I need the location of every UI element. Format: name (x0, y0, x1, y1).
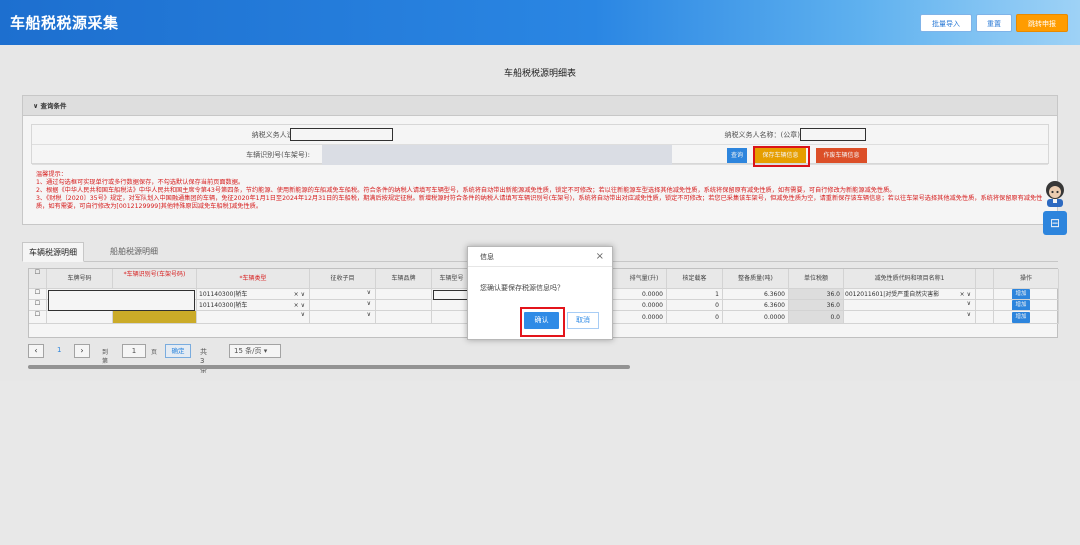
app-title: 车船税税源采集 (10, 14, 119, 32)
close-icon[interactable]: × (596, 251, 604, 262)
dialog-title: 信息 (468, 247, 612, 267)
page: 车船税税源采集 批量导入 重置 跳转申报 车船税税源明细表 ∨ 查询条件 纳税义… (0, 0, 1080, 545)
jump-declare-button[interactable]: 跳转申报 (1016, 14, 1068, 32)
app-header: 车船税税源采集 批量导入 重置 跳转申报 (0, 0, 1080, 45)
dialog-message: 您确认要保存税源信息吗？ (480, 284, 564, 292)
ok-button-highlight (520, 307, 565, 337)
confirm-dialog: 信息 × 您确认要保存税源信息吗？ 确认 取消 (467, 246, 613, 340)
confirm-cancel-button[interactable]: 取消 (567, 312, 599, 329)
batch-import-button[interactable]: 批量导入 (920, 14, 972, 32)
reset-button[interactable]: 重置 (976, 14, 1012, 32)
